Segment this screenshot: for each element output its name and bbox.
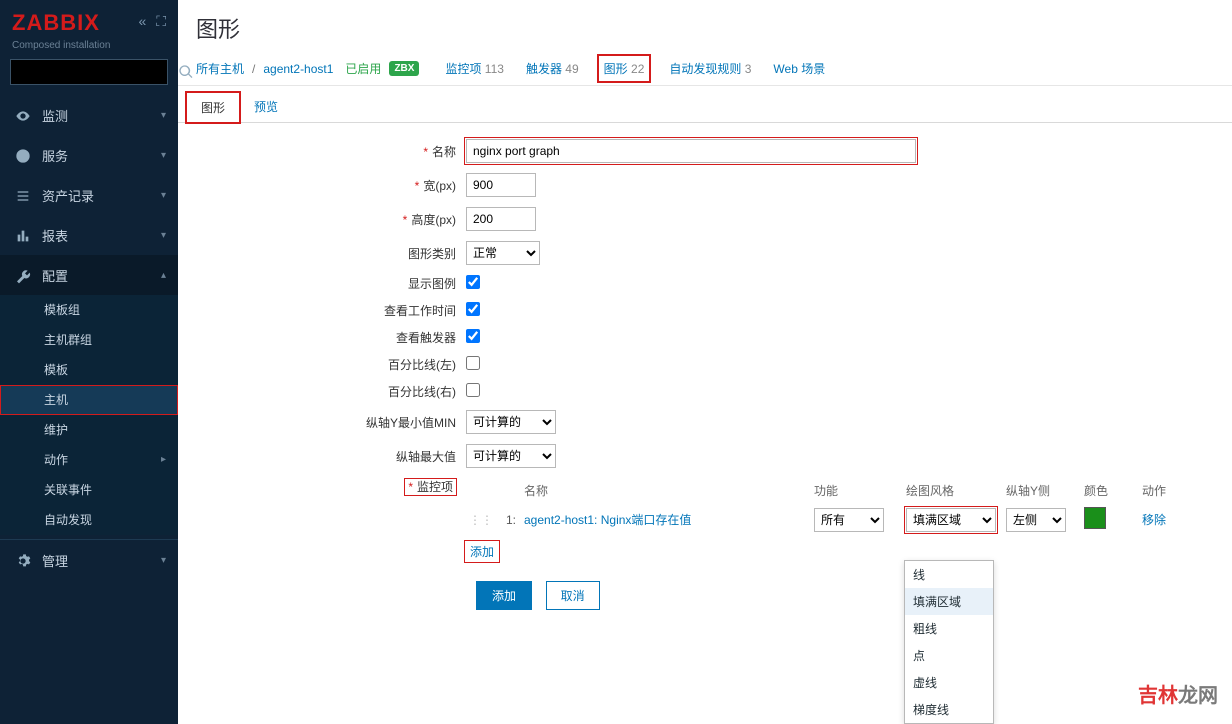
chevron-down-icon: ▾ (161, 555, 166, 566)
crumb-all-hosts[interactable]: 所有主机 (196, 60, 244, 77)
config-submenu: 模板组 主机群组 模板 主机 维护 动作▸ 关联事件 自动发现 (0, 295, 178, 535)
status-enabled: 已启用 (345, 60, 381, 77)
input-height[interactable] (466, 207, 536, 231)
search-box[interactable] (10, 59, 168, 85)
wrench-icon (12, 266, 34, 283)
list-icon (12, 186, 34, 203)
eye-icon (12, 106, 34, 123)
remove-link[interactable]: 移除 (1142, 513, 1166, 527)
label-name: 名称 (432, 145, 456, 159)
collapse-icon[interactable]: « (139, 13, 147, 29)
label-worktime: 查看工作时间 (196, 302, 466, 319)
style-opt-bold[interactable]: 粗线 (905, 615, 993, 642)
sub-correlation[interactable]: 关联事件 (0, 475, 178, 505)
chevron-up-icon: ▴ (161, 270, 166, 281)
style-opt-dot[interactable]: 点 (905, 642, 993, 669)
label-pct-right: 百分比线(右) (196, 383, 466, 400)
zbx-badge: ZBX (389, 61, 419, 76)
style-opt-gradient[interactable]: 梯度线 (905, 696, 993, 723)
cancel-button[interactable]: 取消 (546, 581, 600, 610)
style-opt-fill[interactable]: 填满区域 (905, 588, 993, 615)
menu-config[interactable]: 配置 ▴ (0, 255, 178, 295)
sub-hosts[interactable]: 主机 (0, 385, 178, 415)
chevron-right-icon: ▸ (161, 445, 166, 475)
label-pct-left: 百分比线(左) (196, 356, 466, 373)
logo: ZABBIX (12, 10, 100, 36)
tab-discovery[interactable]: 自动发现规则 (669, 62, 741, 76)
select-style[interactable]: 填满区域 (906, 508, 996, 532)
breadcrumb: 所有主机 / agent2-host1 已启用 ZBX 监控项 113 触发器 … (178, 54, 1232, 86)
chart-icon (12, 226, 34, 243)
check-legend[interactable] (466, 275, 480, 289)
label-width: 宽(px) (423, 179, 456, 193)
sub-templates[interactable]: 模板 (0, 355, 178, 385)
gear-icon (12, 551, 34, 568)
subtab-graph[interactable]: 图形 (186, 92, 240, 123)
add-item-link[interactable]: 添加 (466, 542, 498, 561)
sub-actions[interactable]: 动作▸ (0, 445, 178, 475)
select-type[interactable]: 正常 (466, 241, 540, 265)
add-button[interactable]: 添加 (476, 581, 532, 610)
chevron-down-icon: ▾ (161, 110, 166, 121)
chevron-down-icon: ▾ (161, 230, 166, 241)
menu-reports[interactable]: 报表 ▾ (0, 215, 178, 255)
label-legend: 显示图例 (196, 275, 466, 292)
search-input[interactable] (11, 65, 178, 79)
tab-graphs[interactable]: 图形 (604, 62, 628, 76)
check-worktime[interactable] (466, 302, 480, 316)
item-row: ⋮⋮ 1: agent2-host1: Nginx端口存在值 所有 填满区域 左… (466, 503, 1214, 536)
label-triggers: 查看触发器 (196, 329, 466, 346)
select-axis[interactable]: 左侧 (1006, 508, 1066, 532)
tab-web[interactable]: Web 场景 (773, 62, 825, 76)
fullscreen-icon[interactable]: ⛶ (156, 13, 166, 29)
crumb-host[interactable]: agent2-host1 (263, 62, 333, 76)
label-ymax: 纵轴最大值 (196, 448, 466, 465)
menu-admin[interactable]: 管理 ▾ (0, 540, 178, 580)
check-pct-left[interactable] (466, 356, 480, 370)
input-name[interactable] (466, 139, 916, 163)
tab-items[interactable]: 监控项 (445, 62, 481, 76)
select-ymax[interactable]: 可计算的 (466, 444, 556, 468)
style-dropdown: 线 填满区域 粗线 点 虚线 梯度线 (904, 560, 994, 724)
watermark: 吉林龙网 (1138, 679, 1218, 708)
check-pct-right[interactable] (466, 383, 480, 397)
style-opt-dashed[interactable]: 虚线 (905, 669, 993, 696)
install-subtitle: Composed installation (0, 40, 178, 59)
subtabs: 图形 预览 (178, 86, 1232, 123)
drag-handle-icon[interactable]: ⋮⋮ (466, 513, 496, 527)
select-ymin[interactable]: 可计算的 (466, 410, 556, 434)
item-index: 1: (496, 513, 524, 527)
page-title: 图形 (178, 0, 1232, 54)
sidebar: ZABBIX « ⛶ Composed installation 监测 ▾ (0, 0, 178, 724)
subtab-preview[interactable]: 预览 (240, 92, 292, 122)
menu-inventory[interactable]: 资产记录 ▾ (0, 175, 178, 215)
menu-service[interactable]: 服务 ▾ (0, 135, 178, 175)
color-swatch[interactable] (1084, 507, 1106, 529)
chevron-down-icon: ▾ (161, 190, 166, 201)
label-height: 高度(px) (411, 213, 456, 227)
input-width[interactable] (466, 173, 536, 197)
style-opt-line[interactable]: 线 (905, 561, 993, 588)
sub-discovery[interactable]: 自动发现 (0, 505, 178, 535)
main-content: 图形 所有主机 / agent2-host1 已启用 ZBX 监控项 113 触… (178, 0, 1232, 724)
sub-template-group[interactable]: 模板组 (0, 295, 178, 325)
sub-maintenance[interactable]: 维护 (0, 415, 178, 445)
items-header: 名称 功能 绘图风格 纵轴Y侧 颜色 动作 (466, 478, 1214, 503)
check-triggers[interactable] (466, 329, 480, 343)
select-func[interactable]: 所有 (814, 508, 884, 532)
menu-monitor[interactable]: 监测 ▾ (0, 95, 178, 135)
label-type: 图形类别 (196, 245, 466, 262)
label-ymin: 纵轴Y最小值MIN (196, 414, 466, 431)
clock-icon (12, 146, 34, 163)
sub-host-group[interactable]: 主机群组 (0, 325, 178, 355)
chevron-down-icon: ▾ (161, 150, 166, 161)
tab-graphs-box: 图形 22 (601, 58, 648, 79)
label-items: 监控项 (417, 480, 453, 494)
item-name-link[interactable]: agent2-host1: Nginx端口存在值 (524, 513, 691, 527)
tab-triggers[interactable]: 触发器 (526, 62, 562, 76)
